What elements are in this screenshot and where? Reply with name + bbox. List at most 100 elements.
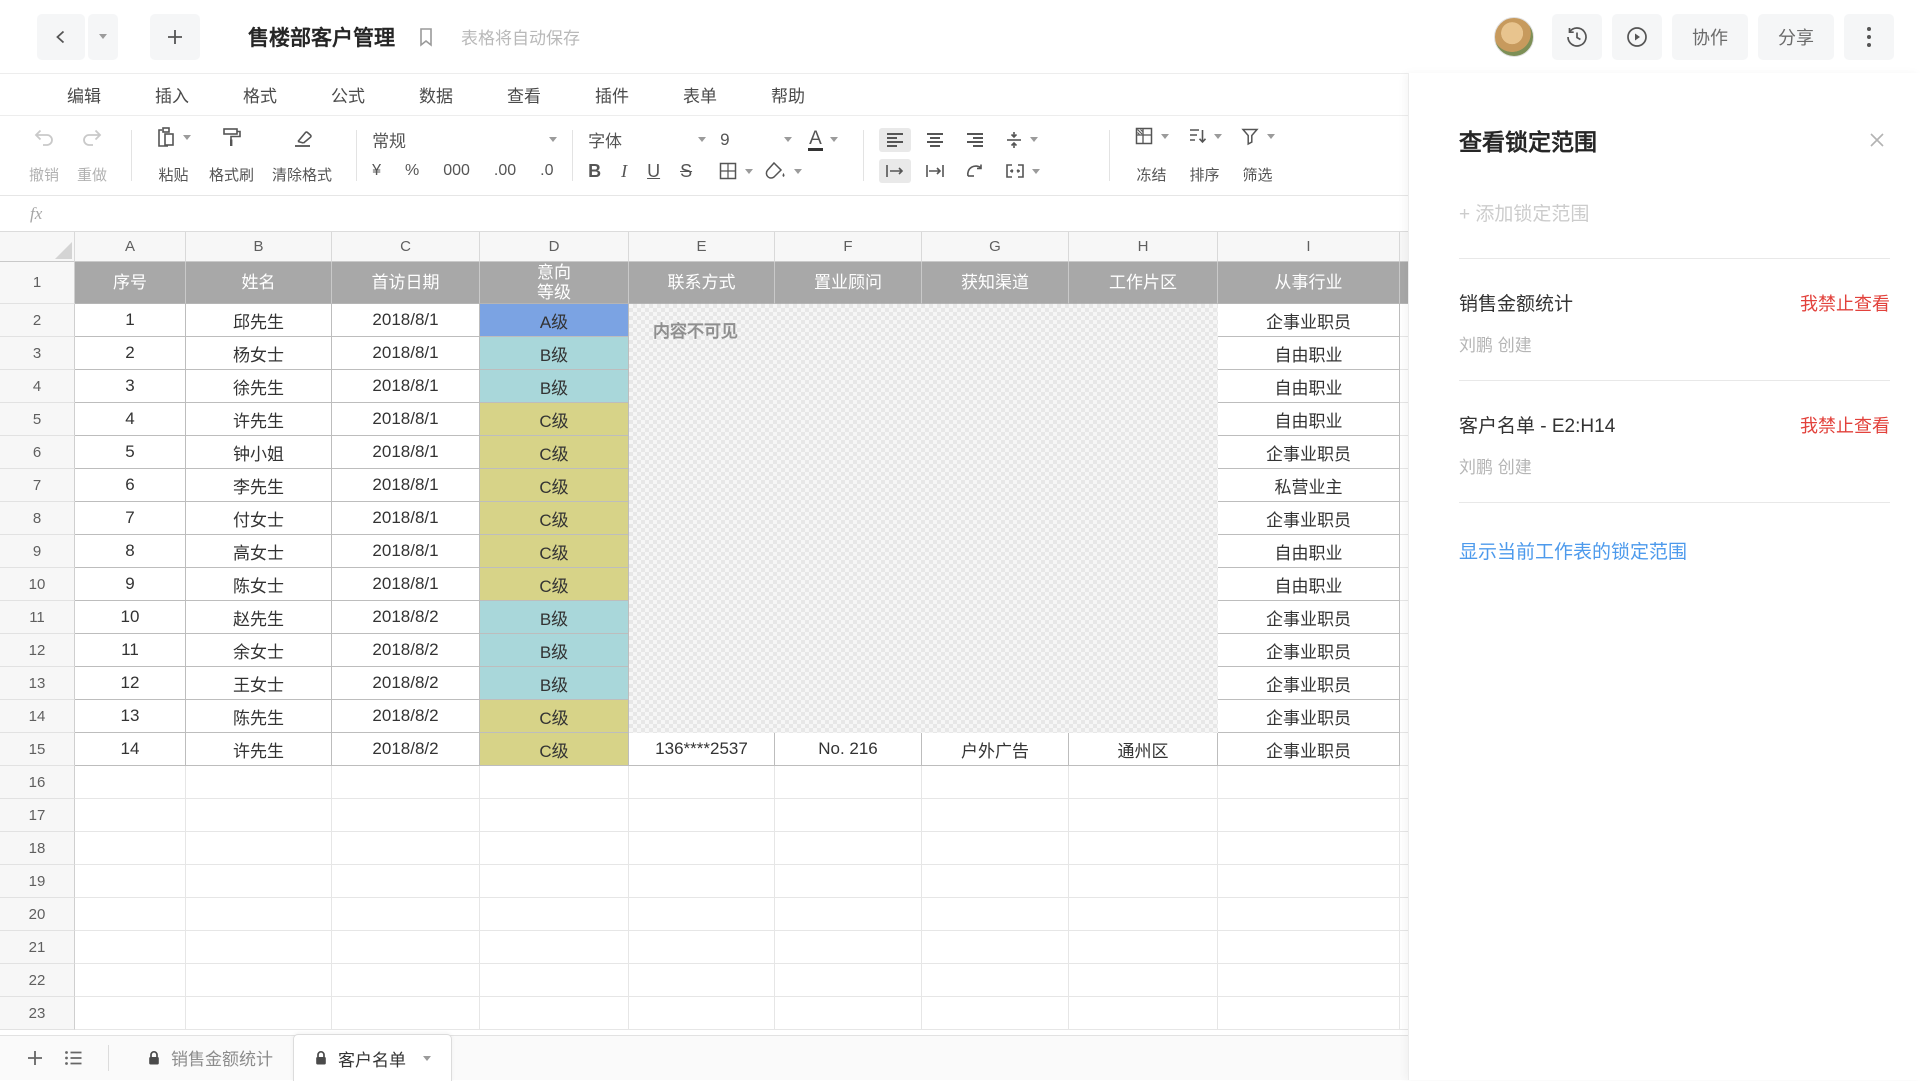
- cell[interactable]: 企事业职员: [1218, 700, 1400, 733]
- cell[interactable]: [1400, 502, 1408, 535]
- row-header-4[interactable]: 4: [0, 370, 75, 403]
- thousands-format-button[interactable]: 000: [443, 162, 470, 180]
- header-cell[interactable]: 意向 等级: [480, 262, 629, 304]
- cell[interactable]: [75, 832, 186, 865]
- cell[interactable]: 2018/8/1: [332, 469, 480, 502]
- cell[interactable]: 2018/8/1: [332, 502, 480, 535]
- cell[interactable]: C级: [480, 436, 629, 469]
- cell[interactable]: [1400, 733, 1408, 766]
- header-cell[interactable]: 从事行业: [1218, 262, 1400, 304]
- cell[interactable]: [922, 832, 1069, 865]
- avatar[interactable]: [1494, 17, 1534, 57]
- paste-button[interactable]: 粘贴: [147, 122, 200, 189]
- formula-bar[interactable]: fx: [0, 196, 1408, 232]
- cell[interactable]: [332, 997, 480, 1030]
- cell[interactable]: [480, 799, 629, 832]
- show-current-sheet-ranges-link[interactable]: 显示当前工作表的锁定范围: [1459, 537, 1687, 564]
- cell[interactable]: [480, 997, 629, 1030]
- back-button[interactable]: [37, 14, 85, 60]
- more-menu-button[interactable]: [1844, 14, 1894, 60]
- cell[interactable]: [75, 931, 186, 964]
- fill-color-button[interactable]: [759, 157, 808, 185]
- collaborate-button[interactable]: 协作: [1672, 14, 1748, 60]
- sort-button[interactable]: 排序: [1178, 122, 1231, 189]
- share-button[interactable]: 分享: [1758, 14, 1834, 60]
- cell[interactable]: 王女士: [186, 667, 332, 700]
- column-header-A[interactable]: A: [75, 232, 186, 262]
- cell[interactable]: 2018/8/2: [332, 601, 480, 634]
- cell[interactable]: [922, 865, 1069, 898]
- cell[interactable]: 2018/8/2: [332, 667, 480, 700]
- cell[interactable]: 2018/8/1: [332, 568, 480, 601]
- cell[interactable]: 企事业职员: [1218, 634, 1400, 667]
- cell[interactable]: [629, 898, 775, 931]
- cell[interactable]: [480, 931, 629, 964]
- cell[interactable]: [629, 799, 775, 832]
- add-sheet-button[interactable]: [26, 1049, 44, 1067]
- cell[interactable]: [1400, 964, 1408, 997]
- cell[interactable]: [186, 832, 332, 865]
- cell[interactable]: [922, 766, 1069, 799]
- back-dropdown-button[interactable]: [88, 14, 118, 60]
- row-header-14[interactable]: 14: [0, 700, 75, 733]
- cell[interactable]: 8: [75, 535, 186, 568]
- text-rotate-button[interactable]: [959, 159, 991, 183]
- cell[interactable]: [1400, 337, 1408, 370]
- cell[interactable]: 2018/8/2: [332, 700, 480, 733]
- merge-cells-button[interactable]: [999, 159, 1046, 183]
- cell[interactable]: 13: [75, 700, 186, 733]
- row-header-21[interactable]: 21: [0, 931, 75, 964]
- cell[interactable]: [480, 766, 629, 799]
- cell[interactable]: [332, 799, 480, 832]
- close-icon[interactable]: [1864, 127, 1890, 153]
- row-header-11[interactable]: 11: [0, 601, 75, 634]
- cell[interactable]: [1218, 865, 1400, 898]
- cell[interactable]: 邱先生: [186, 304, 332, 337]
- cell[interactable]: [186, 898, 332, 931]
- underline-button[interactable]: U: [647, 161, 660, 182]
- cell[interactable]: B级: [480, 634, 629, 667]
- cell[interactable]: [332, 898, 480, 931]
- cell[interactable]: [1400, 469, 1408, 502]
- header-cell[interactable]: 首访日期: [332, 262, 480, 304]
- cell[interactable]: A级: [480, 304, 629, 337]
- bookmark-icon[interactable]: [417, 27, 435, 47]
- add-locked-range-input[interactable]: + 添加锁定范围: [1459, 199, 1890, 259]
- cell[interactable]: 陈先生: [186, 700, 332, 733]
- cell[interactable]: 私营业主: [1218, 469, 1400, 502]
- cell[interactable]: 陈女士: [186, 568, 332, 601]
- cell[interactable]: [1400, 601, 1408, 634]
- cell[interactable]: [480, 898, 629, 931]
- cell[interactable]: [922, 997, 1069, 1030]
- cell[interactable]: [1400, 898, 1408, 931]
- cell[interactable]: 2018/8/1: [332, 535, 480, 568]
- cell[interactable]: [775, 997, 922, 1030]
- cell[interactable]: 14: [75, 733, 186, 766]
- cell[interactable]: 2018/8/2: [332, 634, 480, 667]
- present-button[interactable]: [1612, 14, 1662, 60]
- cell[interactable]: [1400, 865, 1408, 898]
- header-cell[interactable]: 姓名: [186, 262, 332, 304]
- cell[interactable]: [1400, 766, 1408, 799]
- cell[interactable]: 2018/8/1: [332, 370, 480, 403]
- row-header-22[interactable]: 22: [0, 964, 75, 997]
- cell[interactable]: B级: [480, 667, 629, 700]
- cell[interactable]: 许先生: [186, 403, 332, 436]
- cell[interactable]: 许先生: [186, 733, 332, 766]
- text-overflow-button[interactable]: [919, 159, 951, 183]
- cell[interactable]: [186, 964, 332, 997]
- cell[interactable]: [629, 832, 775, 865]
- select-all-corner[interactable]: [0, 232, 75, 262]
- cell[interactable]: [775, 799, 922, 832]
- cell[interactable]: [75, 964, 186, 997]
- cell[interactable]: [1400, 568, 1408, 601]
- menu-item-4[interactable]: 数据: [392, 82, 480, 107]
- strikethrough-button[interactable]: S: [680, 161, 692, 182]
- cell[interactable]: 2018/8/1: [332, 304, 480, 337]
- text-wrap-button[interactable]: [879, 159, 911, 183]
- cell[interactable]: 2018/8/2: [332, 733, 480, 766]
- row-header-6[interactable]: 6: [0, 436, 75, 469]
- header-cell[interactable]: 工作片区: [1069, 262, 1218, 304]
- cell[interactable]: [922, 964, 1069, 997]
- cell[interactable]: 2018/8/1: [332, 403, 480, 436]
